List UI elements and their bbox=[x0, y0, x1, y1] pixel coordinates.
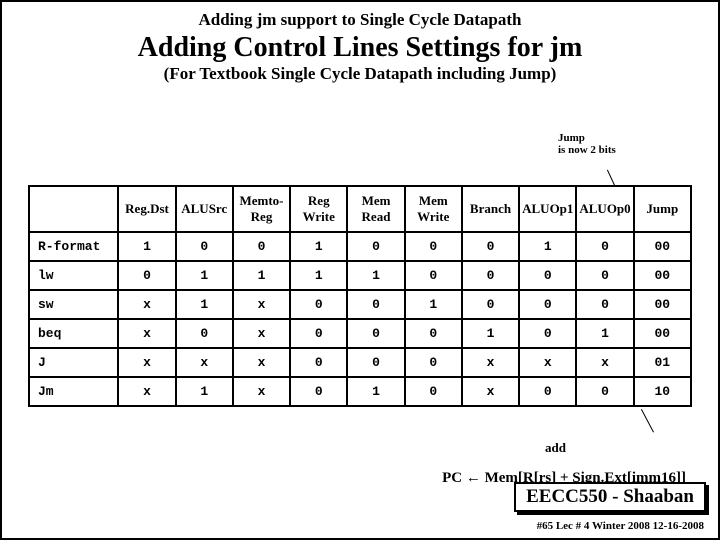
cell: x bbox=[118, 377, 175, 406]
cell: 0 bbox=[290, 319, 347, 348]
cell: 0 bbox=[519, 377, 576, 406]
cell: 1 bbox=[347, 261, 404, 290]
cell: 0 bbox=[576, 261, 633, 290]
table-row: Jm x 1 x 0 1 0 x 0 0 10 bbox=[29, 377, 691, 406]
row-label: lw bbox=[29, 261, 118, 290]
th-branch: Branch bbox=[462, 186, 519, 232]
cell: 0 bbox=[576, 377, 633, 406]
table-header-row: Reg.Dst ALUSrc Memto-Reg Reg Write Mem R… bbox=[29, 186, 691, 232]
th-memwrite: Mem Write bbox=[405, 186, 462, 232]
row-label: J bbox=[29, 348, 118, 377]
cell: x bbox=[118, 319, 175, 348]
cell: x bbox=[118, 348, 175, 377]
cell: 0 bbox=[405, 377, 462, 406]
cell: x bbox=[462, 348, 519, 377]
cell: 1 bbox=[347, 377, 404, 406]
footer-box: EECC550 - Shaaban bbox=[514, 482, 706, 512]
cell: 0 bbox=[519, 290, 576, 319]
jump-note-line1: Jump bbox=[558, 132, 585, 144]
th-jump: Jump bbox=[634, 186, 691, 232]
cell: 10 bbox=[634, 377, 691, 406]
cell: 0 bbox=[405, 232, 462, 261]
cell: x bbox=[462, 377, 519, 406]
th-memtoreg: Memto-Reg bbox=[233, 186, 290, 232]
cell: 0 bbox=[290, 377, 347, 406]
cell: 0 bbox=[118, 261, 175, 290]
row-label: beq bbox=[29, 319, 118, 348]
table-body: R-format 1 0 0 1 0 0 0 1 0 00 lw 0 1 1 bbox=[29, 232, 691, 406]
cell: 01 bbox=[634, 348, 691, 377]
jump-note: Jump is now 2 bits bbox=[558, 132, 648, 156]
cell: 00 bbox=[634, 261, 691, 290]
cell: 00 bbox=[634, 290, 691, 319]
cell: 1 bbox=[405, 290, 462, 319]
table-row: R-format 1 0 0 1 0 0 0 1 0 00 bbox=[29, 232, 691, 261]
cell: x bbox=[233, 290, 290, 319]
th-alusrc: ALUSrc bbox=[176, 186, 233, 232]
sub-title: (For Textbook Single Cycle Datapath incl… bbox=[2, 64, 718, 84]
th-regwrite: Reg Write bbox=[290, 186, 347, 232]
cell: 1 bbox=[519, 232, 576, 261]
cell: 00 bbox=[634, 319, 691, 348]
cell: 1 bbox=[576, 319, 633, 348]
header: Adding jm support to Single Cycle Datapa… bbox=[2, 2, 718, 84]
row-label: Jm bbox=[29, 377, 118, 406]
cell: 0 bbox=[290, 348, 347, 377]
th-aluop1: ALUOp1 bbox=[519, 186, 576, 232]
cell: x bbox=[233, 348, 290, 377]
table-row: beq x 0 x 0 0 0 1 0 1 00 bbox=[29, 319, 691, 348]
cell: 0 bbox=[347, 319, 404, 348]
th-regdst: Reg.Dst bbox=[118, 186, 175, 232]
cell: 1 bbox=[233, 261, 290, 290]
cell: 1 bbox=[290, 232, 347, 261]
cell: x bbox=[576, 348, 633, 377]
cell: 0 bbox=[576, 290, 633, 319]
add-pointer bbox=[641, 409, 654, 432]
cell: 0 bbox=[233, 232, 290, 261]
table-row: J x x x 0 0 0 x x x 01 bbox=[29, 348, 691, 377]
th-memread: Mem Read bbox=[347, 186, 404, 232]
cell: 0 bbox=[405, 319, 462, 348]
cell: 0 bbox=[347, 232, 404, 261]
cell: 00 bbox=[634, 232, 691, 261]
cell: 0 bbox=[519, 261, 576, 290]
cell: 0 bbox=[462, 261, 519, 290]
cell: 0 bbox=[405, 348, 462, 377]
cell: 0 bbox=[290, 290, 347, 319]
cell: 0 bbox=[176, 232, 233, 261]
cell: x bbox=[233, 377, 290, 406]
jump-note-line2: is now 2 bits bbox=[558, 144, 616, 156]
cell: 1 bbox=[290, 261, 347, 290]
table-row: sw x 1 x 0 0 1 0 0 0 00 bbox=[29, 290, 691, 319]
cell: 1 bbox=[462, 319, 519, 348]
cell: 0 bbox=[462, 290, 519, 319]
add-annotation: add bbox=[545, 440, 566, 456]
sup-title: Adding jm support to Single Cycle Datapa… bbox=[2, 10, 718, 32]
cell: x bbox=[519, 348, 576, 377]
cell: 0 bbox=[462, 232, 519, 261]
cell: 1 bbox=[176, 261, 233, 290]
cell: 1 bbox=[176, 377, 233, 406]
main-title: Adding Control Lines Settings for jm bbox=[2, 32, 718, 64]
cell: x bbox=[176, 348, 233, 377]
cell: 0 bbox=[519, 319, 576, 348]
footer-meta: #65 Lec # 4 Winter 2008 12-16-2008 bbox=[537, 520, 704, 532]
cell: 1 bbox=[176, 290, 233, 319]
cell: x bbox=[118, 290, 175, 319]
cell: 0 bbox=[176, 319, 233, 348]
th-aluop0: ALUOp0 bbox=[576, 186, 633, 232]
row-label: R-format bbox=[29, 232, 118, 261]
cell: x bbox=[233, 319, 290, 348]
cell: 0 bbox=[576, 232, 633, 261]
cell: 0 bbox=[347, 290, 404, 319]
control-table-wrap: Reg.Dst ALUSrc Memto-Reg Reg Write Mem R… bbox=[28, 185, 692, 407]
table-row: lw 0 1 1 1 1 0 0 0 0 00 bbox=[29, 261, 691, 290]
cell: 0 bbox=[347, 348, 404, 377]
slide: Adding jm support to Single Cycle Datapa… bbox=[0, 0, 720, 540]
cell: 0 bbox=[405, 261, 462, 290]
control-table: Reg.Dst ALUSrc Memto-Reg Reg Write Mem R… bbox=[28, 185, 692, 407]
cell: 1 bbox=[118, 232, 175, 261]
row-label: sw bbox=[29, 290, 118, 319]
th-empty bbox=[29, 186, 118, 232]
